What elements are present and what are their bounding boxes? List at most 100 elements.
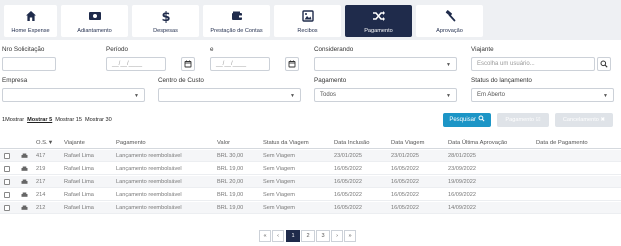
row-checkbox[interactable] [4, 166, 10, 172]
top-navigation: Home Expense Adiantamento $ Despesas Pre… [0, 0, 621, 40]
cell-os: 217 [36, 179, 46, 185]
search-button[interactable]: Pesquisar [443, 113, 491, 127]
cell-valor: BRL 20,00 [217, 179, 244, 185]
search-button-label: Pesquisar [449, 117, 476, 123]
column-header-data-inclusao[interactable]: Data Inclusão [334, 140, 369, 146]
row-checkbox[interactable] [4, 205, 10, 211]
cell-data-inclusao: 16/05/2022 [334, 179, 362, 185]
money-icon [88, 12, 101, 20]
considerando-label: Considerando [314, 46, 354, 53]
column-header-valor[interactable]: Valor [217, 140, 230, 146]
tab-label: Aprovação [436, 28, 463, 34]
printer-icon[interactable] [21, 153, 28, 159]
cell-data-ultima-aprovacao: 16/09/2022 [448, 192, 476, 198]
periodo-end-input[interactable]: __/__/____ [210, 57, 270, 71]
table-row: 217 Rafael Lima Lançamento reembolsável … [0, 176, 621, 188]
cell-viajante: Rafael Lima [64, 166, 94, 172]
image-icon [301, 10, 314, 22]
tab-prestacao-de-contas[interactable]: Prestação de Contas [203, 5, 270, 37]
cancelamento-label: Cancelamento [562, 117, 599, 123]
cell-status-viagem: Sem Viagem [263, 179, 295, 185]
chevron-down-icon: ▼ [603, 93, 608, 99]
column-header-status-viagem[interactable]: Status da Viagem [263, 140, 309, 146]
periodo-label: Período [106, 46, 129, 53]
tab-home-expense[interactable]: Home Expense [4, 5, 57, 37]
page-length-option[interactable]: Mostrar 15 [55, 117, 82, 123]
tab-label: Prestação de Contas [210, 28, 263, 34]
column-header-data-viagem[interactable]: Data Viagem [391, 140, 424, 146]
calendar-icon [288, 60, 296, 68]
cell-pagamento: Lançamento reembolsável [116, 179, 182, 185]
centro-de-custo-select[interactable]: ▼ [158, 88, 301, 102]
status-lancamento-label: Status do lançamento [471, 77, 532, 84]
pagination-page[interactable]: 3 [316, 230, 330, 242]
tab-adiantamento[interactable]: Adiantamento [61, 5, 128, 37]
column-header-data-ultima-aprovacao[interactable]: Data Última Aprovação [448, 140, 507, 146]
tab-recibos[interactable]: Recibos [274, 5, 341, 37]
row-checkbox[interactable] [4, 153, 10, 159]
tab-pagamento[interactable]: Pagamento [345, 5, 412, 37]
viajante-input[interactable]: Escolha um usuário... [471, 57, 595, 71]
cancelamento-button[interactable]: Cancelamento ✖ [555, 113, 613, 127]
periodo-end-calendar-button[interactable] [285, 57, 299, 71]
cell-status-viagem: Sem Viagem [263, 205, 295, 211]
empresa-select[interactable]: ▼ [2, 88, 145, 102]
tab-aprovacao[interactable]: Aprovação [416, 5, 483, 37]
check-square-icon: ☑ [535, 117, 541, 123]
cell-data-ultima-aprovacao: 23/09/2022 [448, 166, 476, 172]
cell-data-viagem: 23/01/2025 [391, 153, 419, 159]
viajante-label: Viajante [471, 46, 494, 53]
status-lancamento-select[interactable]: Em Aberto ▼ [471, 88, 614, 102]
cell-status-viagem: Sem Viagem [263, 166, 295, 172]
periodo-start-input[interactable]: __/__/____ [106, 57, 166, 71]
printer-icon[interactable] [21, 179, 28, 185]
search-icon [478, 115, 485, 122]
cell-viajante: Rafael Lima [64, 179, 94, 185]
cell-viajante: Rafael Lima [64, 153, 94, 159]
viajante-search-button[interactable] [597, 57, 611, 71]
row-checkbox[interactable] [4, 179, 10, 185]
considerando-select[interactable]: ▼ [314, 57, 457, 71]
chevron-down-icon: ▼ [446, 93, 451, 99]
cell-pagamento: Lançamento reembolsável [116, 166, 182, 172]
column-header-os[interactable]: O.S.▼ [36, 140, 53, 146]
cell-data-inclusao: 16/05/2022 [334, 192, 362, 198]
cell-pagamento: Lançamento reembolsável [116, 205, 182, 211]
pagination-first[interactable]: « [259, 230, 271, 242]
table-row: 417 Rafael Lima Lançamento reembolsável … [0, 150, 621, 162]
pagamento-action-button[interactable]: Pagamento ☑ [497, 113, 549, 127]
column-header-viajante[interactable]: Viajante [64, 140, 85, 146]
periodo-start-calendar-button[interactable] [181, 57, 195, 71]
dollar-icon: $ [161, 10, 170, 23]
svg-text:$: $ [161, 10, 170, 23]
tab-label: Pagamento [364, 28, 393, 34]
pagination-last[interactable]: » [344, 230, 356, 242]
printer-icon[interactable] [21, 166, 28, 172]
cell-valor: BRL 19,00 [217, 205, 244, 211]
page-length-option[interactable]: Mostrar 30 [85, 117, 112, 123]
column-header-data-pagamento[interactable]: Data de Pagamento [536, 140, 588, 146]
column-header-pagamento[interactable]: Pagamento [116, 140, 146, 146]
tab-despesas[interactable]: $ Despesas [132, 5, 199, 37]
cell-status-viagem: Sem Viagem [263, 153, 295, 159]
periodo-end-label: e [210, 46, 214, 53]
pagination-prev[interactable]: ‹ [272, 230, 284, 242]
pagination-page[interactable]: 2 [301, 230, 315, 242]
cell-pagamento: Lançamento reembolsável [116, 153, 182, 159]
cell-data-inclusao: 16/05/2022 [334, 205, 362, 211]
pagination-page[interactable]: 1 [286, 230, 300, 242]
page-length-option[interactable]: Mostrar 5 [27, 117, 52, 123]
printer-icon[interactable] [21, 205, 28, 211]
viajante-placeholder: Escolha um usuário... [477, 61, 535, 67]
row-checkbox[interactable] [4, 192, 10, 198]
pagamento-filter-label: Pagamento [314, 77, 347, 84]
nro-solicitacao-input[interactable] [2, 57, 56, 71]
cell-status-viagem: Sem Viagem [263, 192, 295, 198]
pagamento-select[interactable]: Todos ▼ [314, 88, 457, 102]
cell-data-viagem: 16/05/2022 [391, 205, 419, 211]
cell-data-viagem: 16/05/2022 [391, 166, 419, 172]
printer-icon[interactable] [21, 192, 28, 198]
pagamento-selected-value: Todos [320, 92, 337, 98]
home-icon [25, 11, 36, 21]
pagination-next[interactable]: › [331, 230, 343, 242]
